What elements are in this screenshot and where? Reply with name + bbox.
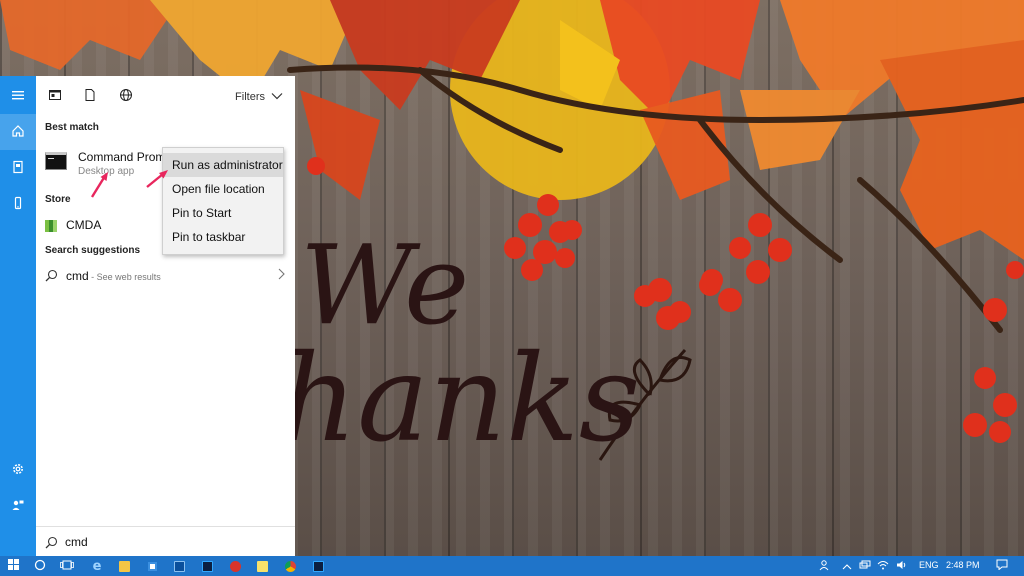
suggestion-text: cmd - See web results (66, 269, 161, 283)
wallpaper-script-thanks: hanks (280, 330, 641, 469)
taskbar-photoshop-2[interactable] (305, 556, 331, 576)
taskbar-file-explorer[interactable] (111, 556, 137, 576)
home-button[interactable] (0, 114, 36, 150)
best-match-title: Command Prompt (78, 150, 166, 164)
task-view-button[interactable] (54, 556, 80, 576)
wifi-button[interactable] (874, 556, 892, 576)
globe-icon (119, 88, 133, 105)
search-icon (45, 269, 58, 285)
taskbar-sticky-notes[interactable] (249, 556, 275, 576)
search-suggestion-row[interactable]: cmd - See web results (45, 268, 285, 284)
suggestion-query: cmd (66, 269, 89, 283)
taskbar-app-red[interactable] (222, 556, 248, 576)
chevron-down-icon (271, 91, 283, 103)
best-match-heading: Best match (45, 122, 99, 133)
annotation-arrow-left (90, 172, 108, 198)
taskbar-chrome[interactable] (277, 556, 303, 576)
notebook-button[interactable] (0, 150, 36, 186)
apps-filter-button[interactable] (47, 88, 63, 104)
windows-logo-icon (7, 559, 19, 573)
filters-label: Filters (235, 91, 265, 103)
search-box[interactable]: cmd (36, 526, 295, 556)
speaker-icon (896, 559, 908, 573)
start-rail (0, 76, 36, 556)
command-prompt-icon (45, 152, 67, 170)
feedback-button[interactable] (0, 488, 36, 524)
suggestion-hint: - See web results (88, 272, 161, 282)
store-result-label: CMDA (66, 218, 102, 232)
document-icon (83, 88, 97, 105)
menu-item-pin-to-taskbar[interactable]: Pin to taskbar (163, 225, 283, 249)
apps-icon (48, 88, 62, 105)
start-button[interactable] (0, 556, 26, 576)
notification-icon (996, 559, 1008, 573)
suggestions-heading: Search suggestions (45, 245, 141, 256)
store-heading: Store (45, 194, 71, 205)
annotation-arrow-right (146, 170, 168, 188)
volume-button[interactable] (893, 556, 911, 576)
taskbar-app-blue[interactable] (166, 556, 192, 576)
documents-filter-button[interactable] (82, 88, 98, 104)
red-app-icon (229, 560, 241, 572)
menu-button[interactable] (0, 78, 36, 114)
network-button[interactable] (856, 556, 874, 576)
filters-dropdown[interactable]: Filters (235, 89, 283, 105)
photoshop-icon (312, 560, 324, 572)
task-view-icon (60, 559, 74, 573)
edge-icon: e (92, 558, 102, 574)
search-input[interactable]: cmd (65, 535, 88, 549)
taskbar-store[interactable] (139, 556, 165, 576)
device-button[interactable] (0, 186, 36, 222)
wallpaper-script-we: We (300, 221, 470, 349)
store-app-icon (45, 220, 57, 232)
web-filter-button[interactable] (118, 88, 134, 104)
phone-icon (11, 196, 25, 213)
taskbar-edge[interactable]: e (84, 556, 110, 576)
language-indicator[interactable]: ENG (919, 560, 939, 570)
menu-item-pin-to-start[interactable]: Pin to Start (163, 201, 283, 225)
chevron-right-icon (277, 268, 285, 283)
taskbar: e ENG 2:48 PM (0, 556, 1024, 576)
app-icon (173, 560, 185, 572)
menu-item-open-file-location[interactable]: Open file location (163, 177, 283, 201)
action-center-button[interactable] (990, 556, 1014, 576)
menu-item-run-as-admin[interactable]: Run as administrator (163, 153, 283, 177)
wifi-icon (877, 559, 889, 573)
gear-icon (11, 462, 25, 479)
notebook-icon (11, 160, 25, 177)
folder-icon (118, 560, 130, 572)
people-icon (819, 559, 831, 574)
cortana-button[interactable] (27, 556, 53, 576)
search-toolbar: Filters (36, 76, 295, 116)
context-menu: Run as administrator Open file location … (162, 147, 284, 255)
chrome-icon (284, 560, 296, 572)
cortana-circle-icon (34, 559, 46, 574)
menu-icon (11, 88, 25, 105)
sticky-notes-icon (256, 560, 268, 572)
chevron-up-icon (842, 559, 852, 573)
show-hidden-icons-button[interactable] (838, 556, 856, 576)
taskbar-photoshop-1[interactable] (194, 556, 220, 576)
taskbar-clock[interactable]: 2:48 PM (946, 560, 980, 570)
settings-button[interactable] (0, 452, 36, 488)
network-icon (859, 559, 871, 573)
photoshop-icon (201, 560, 213, 572)
home-icon (11, 124, 25, 141)
feedback-icon (11, 498, 25, 515)
store-bag-icon (146, 560, 158, 572)
search-box-icon (45, 536, 58, 552)
people-button[interactable] (815, 556, 835, 576)
